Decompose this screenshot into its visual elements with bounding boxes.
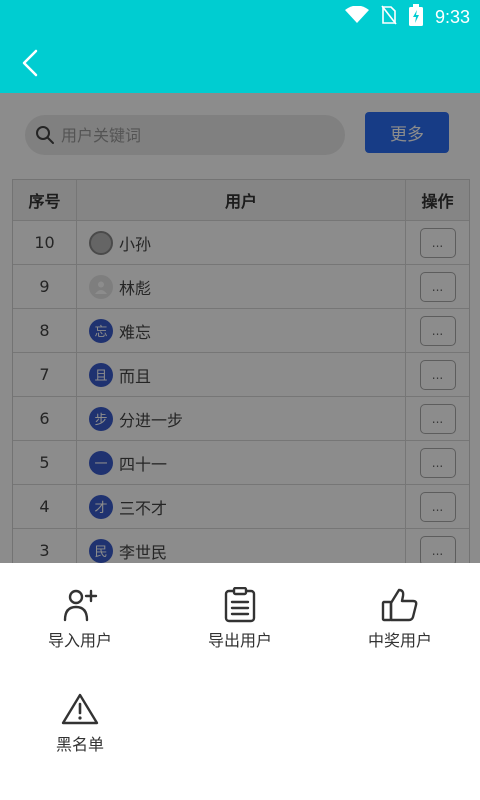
no-sim-icon [381, 5, 397, 29]
bottom-action-sheet: 导入用户 导出用户 中奖用户 黑名单 [0, 563, 480, 800]
blacklist-button[interactable]: 黑名单 [0, 689, 160, 755]
clipboard-list-icon [220, 585, 260, 625]
wifi-icon [344, 5, 369, 28]
back-button[interactable] [14, 46, 46, 80]
add-user-icon [60, 585, 100, 625]
warning-icon [60, 689, 100, 729]
export-users-button[interactable]: 导出用户 [160, 585, 320, 651]
import-users-label: 导入用户 [47, 631, 112, 650]
winner-users-button[interactable]: 中奖用户 [320, 585, 480, 651]
import-users-button[interactable]: 导入用户 [0, 585, 160, 651]
thumbs-up-icon [380, 585, 420, 625]
status-bar: 9:33 [344, 0, 470, 34]
modal-overlay[interactable] [0, 93, 480, 563]
battery-icon [408, 4, 423, 30]
export-users-label: 导出用户 [207, 631, 272, 650]
app-bar: 9:33 [0, 0, 480, 93]
blacklist-label: 黑名单 [55, 735, 104, 754]
status-time: 9:33 [434, 6, 470, 27]
winner-users-label: 中奖用户 [367, 631, 432, 650]
chevron-left-icon [22, 49, 38, 77]
